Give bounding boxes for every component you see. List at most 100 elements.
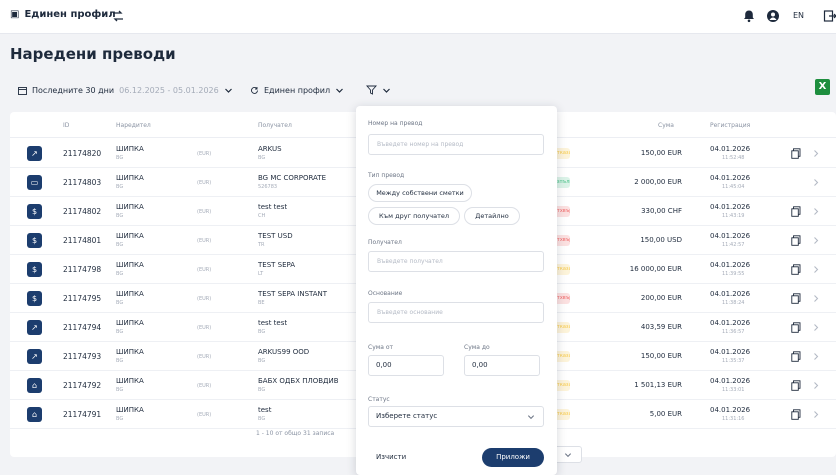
copy-icon[interactable]	[791, 235, 801, 246]
time: 11:45:04	[722, 184, 745, 190]
type-detailed-chip[interactable]: Детайлно	[464, 207, 520, 225]
recipient-name: BG MC CORPORATE	[258, 174, 326, 182]
user-icon[interactable]	[766, 9, 780, 23]
type-other-recipient-chip[interactable]: Към друг получател	[368, 207, 460, 225]
status-select-value: Изберете статус	[376, 412, 438, 420]
payer-currency: (EUR)	[197, 151, 212, 157]
transfer-id: 21174793	[63, 352, 102, 361]
bell-icon[interactable]	[742, 9, 756, 23]
chevron-right-icon[interactable]	[812, 178, 820, 187]
recipient-input[interactable]: Въведете получател	[368, 251, 544, 272]
recipient-name: ARKUS99 OOD	[258, 348, 310, 356]
copy-icon[interactable]	[791, 264, 801, 275]
copy-icon[interactable]	[791, 148, 801, 159]
payer-name: ШИПКА	[116, 203, 144, 211]
type-own-accounts-chip[interactable]: Между собствени сметки	[368, 184, 472, 202]
payer-currency: (EUR)	[197, 354, 212, 360]
payer-name: ШИПКА	[116, 145, 144, 153]
payer-currency: (EUR)	[197, 180, 212, 186]
period-filter[interactable]: Последните 30 дни 06.12.2025 - 05.01.202…	[18, 80, 233, 100]
recipient-sub: BG	[258, 358, 266, 364]
date: 04.01.2026	[710, 232, 751, 240]
transfer-id: 21174791	[63, 410, 102, 419]
advanced-filter-toggle[interactable]	[366, 80, 391, 100]
chevron-right-icon[interactable]	[812, 294, 820, 303]
copy-icon[interactable]	[791, 322, 801, 333]
payer-sub: BG	[116, 329, 124, 335]
recipient-sub: LT	[258, 271, 264, 277]
language-switch[interactable]: EN	[793, 11, 804, 20]
copy-icon[interactable]	[791, 206, 801, 217]
recipient-sub: TR	[258, 242, 265, 248]
copy-icon[interactable]	[791, 409, 801, 420]
chevron-right-icon[interactable]	[812, 149, 820, 158]
time: 11:39:55	[722, 271, 745, 277]
status-select[interactable]: Изберете статус	[368, 406, 544, 427]
amount: 150,00 EUR	[640, 149, 682, 157]
profile-filter[interactable]: Единен профил	[250, 80, 344, 100]
reason-input[interactable]: Въведете основание	[368, 302, 544, 323]
bank-icon: ⌂	[27, 378, 42, 393]
copy-icon[interactable]	[791, 293, 801, 304]
payer-name: ШИПКА	[116, 290, 144, 298]
copy-icon[interactable]	[791, 351, 801, 362]
chevron-down-icon	[224, 88, 232, 93]
payer-currency: (EUR)	[197, 383, 212, 389]
amount: 2 000,00 EUR	[634, 178, 682, 186]
time: 11:43:19	[722, 213, 745, 219]
chevron-down-icon	[527, 415, 535, 420]
logout-icon[interactable]	[823, 9, 836, 23]
excel-export-button[interactable]: X	[815, 79, 830, 95]
transfer-number-input[interactable]: Въведете номер на превод	[368, 134, 544, 155]
date: 04.01.2026	[710, 261, 751, 269]
amount: 150,00 EUR	[640, 352, 682, 360]
chevron-right-icon[interactable]	[812, 323, 820, 332]
time: 11:42:57	[722, 242, 745, 248]
recipient-name: test test	[258, 319, 288, 327]
transfer-icon: ↗	[27, 349, 42, 364]
payer-sub: BG	[116, 213, 124, 219]
amount: 403,59 EUR	[640, 323, 682, 331]
payer-sub: BG	[116, 387, 124, 393]
apply-button[interactable]: Приложи	[482, 448, 544, 467]
date: 04.01.2026	[710, 174, 751, 182]
swap-icon[interactable]	[110, 8, 126, 24]
amount-from-input[interactable]: 0,00	[368, 355, 444, 376]
amount-to-label: Сума до	[464, 344, 490, 351]
payer-name: ШИПКА	[116, 406, 144, 414]
payer-sub: BG	[116, 242, 124, 248]
recipient-sub: BG	[258, 329, 266, 335]
recipient-name: ARKUS	[258, 145, 282, 153]
transfer-id: 21174801	[63, 236, 102, 245]
chevron-right-icon[interactable]	[812, 381, 820, 390]
payer-sub: BG	[116, 416, 124, 422]
type-label: Тип превод	[368, 172, 405, 179]
profile-filter-label: Единен профил	[264, 85, 331, 95]
payer-name: ШИПКА	[116, 174, 144, 182]
chevron-down-icon	[383, 88, 390, 93]
recipient-sub: BG	[258, 416, 266, 422]
bank-icon: ⌂	[27, 407, 42, 422]
transfer-number-label: Номер на превод	[368, 120, 423, 127]
chevron-right-icon[interactable]	[812, 207, 820, 216]
profile-switcher[interactable]: ▣ Единен профил	[10, 9, 116, 20]
transfer-icon: ↗	[27, 320, 42, 335]
payer-sub: BG	[116, 300, 124, 306]
transfer-id: 21174820	[63, 149, 102, 158]
date: 04.01.2026	[710, 319, 751, 327]
calendar-icon	[18, 86, 27, 95]
period-range: 06.12.2025 - 05.01.2026	[119, 85, 219, 95]
time: 11:33:01	[722, 387, 745, 393]
recipient-name: TEST SEPA INSTANT	[258, 290, 328, 298]
col-payer: Наредител	[116, 122, 151, 129]
clear-button[interactable]: Изчисти	[376, 453, 406, 461]
chevron-right-icon[interactable]	[812, 410, 820, 419]
chevron-right-icon[interactable]	[812, 236, 820, 245]
chevron-right-icon[interactable]	[812, 265, 820, 274]
amount-to-input[interactable]: 0,00	[464, 355, 540, 376]
payer-name: ШИПКА	[116, 232, 144, 240]
recipient-sub: 526783	[258, 184, 278, 190]
pagination-info: 1 - 10 от общо 31 записа	[256, 430, 335, 437]
copy-icon[interactable]	[791, 380, 801, 391]
chevron-right-icon[interactable]	[812, 352, 820, 361]
